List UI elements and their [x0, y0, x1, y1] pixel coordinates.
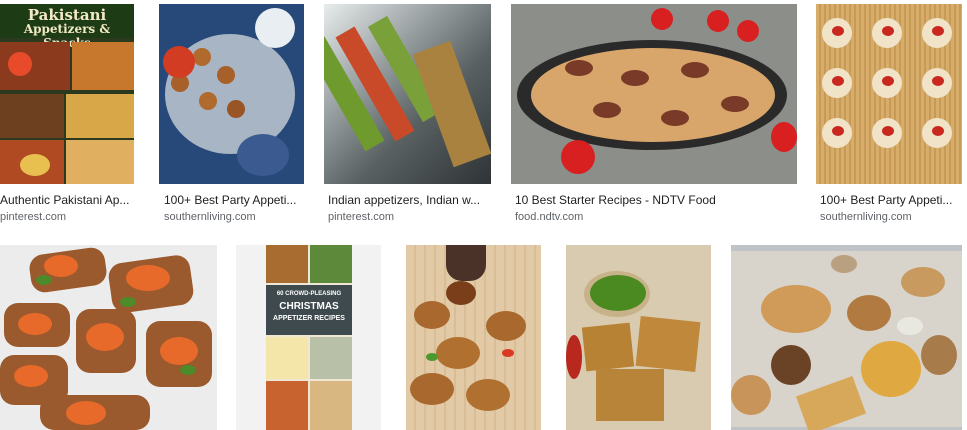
result-source[interactable]: pinterest.com	[0, 210, 134, 224]
result-title[interactable]: 100+ Best Party Appeti...	[164, 192, 304, 208]
result-title[interactable]: Indian appetizers, Indian w...	[328, 192, 490, 208]
result-source[interactable]: southernliving.com	[164, 210, 304, 224]
result-title[interactable]: 10 Best Starter Recipes - NDTV Food	[515, 192, 795, 208]
thumbnail-line-3: APPETIZER RECIPES	[273, 315, 345, 322]
result-title[interactable]: Authentic Pakistani Ap...	[0, 192, 134, 208]
result-thumbnail[interactable]: Pakistani Appetizers & Snacks	[0, 4, 134, 184]
thumbnail-line-1: 60 CROWD-PLEASING	[276, 291, 342, 297]
result-thumbnail[interactable]	[324, 4, 491, 184]
result-thumbnail[interactable]	[731, 245, 962, 430]
result-thumbnail[interactable]	[511, 4, 797, 184]
result-source[interactable]: southernliving.com	[820, 210, 962, 224]
result-thumbnail[interactable]	[159, 4, 304, 184]
result-thumbnail[interactable]	[406, 245, 541, 430]
result-title[interactable]: 100+ Best Party Appeti...	[820, 192, 962, 208]
result-source[interactable]: pinterest.com	[328, 210, 490, 224]
result-thumbnail[interactable]	[0, 245, 217, 430]
thumbnail-line-2: CHRISTMAS	[279, 301, 339, 312]
result-thumbnail[interactable]	[816, 4, 962, 184]
result-thumbnail[interactable]: 60 CROWD-PLEASING CHRISTMAS APPETIZER RE…	[236, 245, 381, 430]
result-source[interactable]: food.ndtv.com	[515, 210, 795, 224]
result-thumbnail[interactable]	[566, 245, 711, 430]
